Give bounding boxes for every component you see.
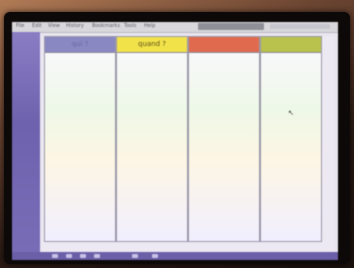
column-qui: qui ? bbox=[44, 36, 116, 242]
column-4 bbox=[260, 36, 322, 242]
taskbar-icon[interactable] bbox=[52, 254, 58, 258]
board: qui ? quand ? bbox=[42, 36, 334, 258]
column-header-4[interactable] bbox=[261, 37, 321, 53]
taskbar-icon[interactable] bbox=[152, 254, 158, 258]
taskbar-icon[interactable] bbox=[94, 254, 100, 258]
menu-item-tools[interactable]: Tools bbox=[124, 23, 136, 30]
left-sidebar-strip bbox=[12, 32, 40, 260]
menu-item-help[interactable]: Help bbox=[144, 23, 155, 30]
address-field[interactable] bbox=[198, 23, 264, 30]
menu-item-history[interactable]: History bbox=[66, 23, 84, 30]
menu-bar: File Edit View History Bookmarks Tools H… bbox=[12, 22, 338, 33]
taskbar-icon[interactable] bbox=[66, 254, 72, 258]
taskbar-icon[interactable] bbox=[132, 254, 138, 258]
menu-item-file[interactable]: File bbox=[16, 23, 24, 30]
column-3 bbox=[188, 36, 260, 242]
menu-item-bookmarks[interactable]: Bookmarks bbox=[92, 23, 120, 30]
column-header-3[interactable] bbox=[189, 37, 259, 53]
column-header-qui[interactable]: qui ? bbox=[45, 37, 115, 53]
taskbar bbox=[12, 252, 338, 260]
taskbar-icon[interactable] bbox=[80, 254, 86, 258]
menu-item-view[interactable]: View bbox=[48, 23, 60, 30]
toolbar-controls[interactable] bbox=[270, 24, 330, 29]
pointer-icon: ↖ bbox=[288, 109, 294, 117]
screen: File Edit View History Bookmarks Tools H… bbox=[12, 22, 338, 260]
column-header-quand[interactable]: quand ? bbox=[117, 37, 187, 53]
menu-item-edit[interactable]: Edit bbox=[32, 23, 42, 30]
column-quand: quand ? bbox=[116, 36, 188, 242]
